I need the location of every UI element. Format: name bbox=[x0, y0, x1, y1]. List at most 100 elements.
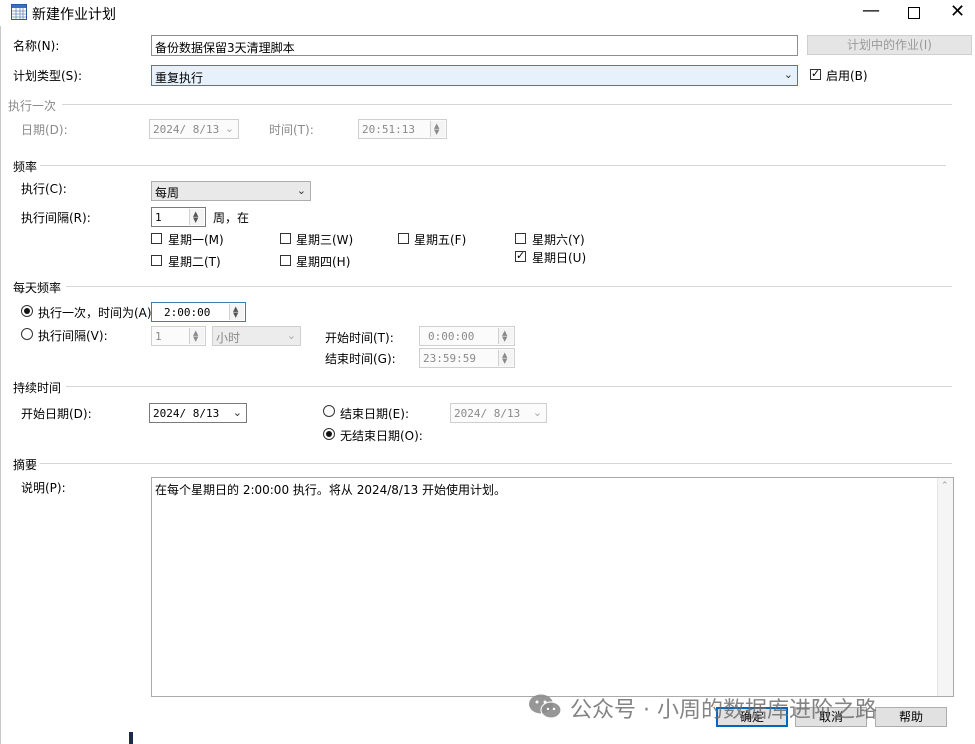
recurs-spinner[interactable]: 1 ▲ ▼ bbox=[151, 207, 206, 227]
day-tuesday-checkbox[interactable] bbox=[151, 255, 162, 266]
jobs-in-schedule-label: 计划中的作业(I) bbox=[847, 38, 932, 52]
section-frequency-divider bbox=[40, 165, 946, 166]
day-friday-checkbox[interactable] bbox=[398, 233, 409, 244]
no-end-date-label: 无结束日期(O): bbox=[340, 429, 423, 443]
daily-every-value: 1 bbox=[155, 330, 162, 343]
once-time-label: 时间(T): bbox=[269, 123, 314, 137]
duration-start-value: 2024/ 8/13 bbox=[153, 407, 220, 420]
section-once-title: 执行一次 bbox=[8, 99, 57, 113]
daily-start-spinner[interactable]: 0:00:00 ▲ ▼ bbox=[419, 326, 515, 346]
daily-end-spinner[interactable]: 23:59:59 ▲ ▼ bbox=[419, 348, 515, 368]
name-label: 名称(N): bbox=[13, 39, 60, 53]
end-date-label: 结束日期(E): bbox=[340, 407, 409, 421]
day-friday-label: 星期五(F) bbox=[414, 233, 467, 247]
name-field[interactable]: 备份数据保留3天清理脚本 bbox=[151, 35, 798, 56]
recurs-unit: 周，在 bbox=[213, 211, 250, 225]
section-daily-title: 每天频率 bbox=[13, 281, 62, 295]
occurs-select[interactable]: 每周 ⌄ bbox=[151, 181, 311, 201]
end-date-radio[interactable] bbox=[323, 405, 335, 417]
description-scrollbar[interactable]: ⌃ bbox=[937, 478, 953, 696]
maximize-icon[interactable] bbox=[908, 7, 920, 19]
watermark-text: 公众号 · 小周的数据库进阶之路 bbox=[570, 698, 877, 723]
chevron-down-icon: ⌄ bbox=[296, 184, 306, 197]
section-summary-title: 摘要 bbox=[13, 458, 38, 472]
daily-start-value: 0:00:00 bbox=[428, 330, 475, 343]
description-value: 在每个星期日的 2:00:00 执行。将从 2024/8/13 开始使用计划。 bbox=[155, 483, 507, 497]
scroll-up-arrow-icon[interactable]: ⌃ bbox=[941, 481, 949, 491]
chevron-down-icon: ⌄ bbox=[224, 122, 234, 135]
chevron-down-icon: ⌄ bbox=[232, 406, 242, 419]
day-tuesday-label: 星期二(T) bbox=[168, 255, 221, 269]
spinner-arrows-icon[interactable]: ▲ ▼ bbox=[189, 209, 204, 225]
occurs-value: 每周 bbox=[155, 186, 180, 200]
no-end-date-radio[interactable] bbox=[323, 428, 335, 440]
section-summary-divider bbox=[40, 463, 952, 464]
daily-end-value: 23:59:59 bbox=[423, 352, 476, 365]
window-title: 新建作业计划 bbox=[32, 7, 116, 23]
daily-every-unit-value: 小时 bbox=[216, 331, 241, 345]
day-thursday-checkbox[interactable] bbox=[280, 255, 291, 266]
spinner-arrows-icon[interactable]: ▲ ▼ bbox=[189, 328, 204, 344]
day-monday-label: 星期一(M) bbox=[168, 233, 224, 247]
daily-every-radio[interactable] bbox=[21, 328, 33, 340]
recurs-label: 执行间隔(R): bbox=[21, 211, 91, 225]
description-label: 说明(P): bbox=[21, 481, 66, 495]
minimize-icon[interactable]: — bbox=[862, 0, 880, 21]
daily-once-time-spinner[interactable]: 2:00:00 ▲ ▼ bbox=[151, 302, 246, 322]
schedule-type-select[interactable]: 重复执行 ⌄ bbox=[151, 65, 798, 86]
help-label: 帮助 bbox=[898, 710, 923, 724]
day-saturday-checkbox[interactable] bbox=[515, 233, 526, 244]
once-date-picker[interactable]: 2024/ 8/13 ⌄ bbox=[149, 119, 239, 139]
once-date-value: 2024/ 8/13 bbox=[153, 123, 220, 136]
daily-once-radio[interactable] bbox=[21, 305, 33, 317]
section-once-divider bbox=[62, 104, 952, 105]
end-date-value: 2024/ 8/13 bbox=[454, 407, 521, 420]
daily-every-unit-select[interactable]: 小时 ⌄ bbox=[212, 326, 301, 346]
close-icon[interactable]: ✕ bbox=[950, 1, 965, 22]
enabled-checkbox[interactable] bbox=[810, 67, 821, 80]
once-date-label: 日期(D): bbox=[21, 123, 68, 137]
day-monday-checkbox[interactable] bbox=[151, 233, 162, 244]
once-time-spinner[interactable]: 20:51:13 ▲ ▼ bbox=[358, 119, 447, 139]
name-value: 备份数据保留3天清理脚本 bbox=[155, 41, 295, 55]
daily-every-spinner[interactable]: 1 ▲ ▼ bbox=[151, 326, 206, 346]
section-frequency-title: 频率 bbox=[13, 160, 38, 174]
day-thursday-label: 星期四(H) bbox=[296, 255, 351, 269]
occurs-label: 执行(C): bbox=[21, 182, 67, 196]
daily-once-time-value: 2:00:00 bbox=[164, 306, 211, 319]
title-bar: 新建作业计划 — ✕ bbox=[0, 0, 975, 26]
daily-end-label: 结束时间(G): bbox=[325, 352, 396, 366]
chevron-down-icon: ⌄ bbox=[783, 68, 793, 81]
jobs-in-schedule-button[interactable]: 计划中的作业(I) bbox=[807, 35, 972, 55]
end-date-picker[interactable]: 2024/ 8/13 ⌄ bbox=[450, 403, 547, 423]
chevron-down-icon: ⌄ bbox=[532, 406, 542, 419]
daily-once-label: 执行一次，时间为(A): bbox=[38, 306, 156, 320]
enabled-label: 启用(B) bbox=[826, 69, 868, 83]
day-wednesday-label: 星期三(W) bbox=[296, 233, 354, 247]
schedule-type-label: 计划类型(S): bbox=[13, 69, 83, 83]
day-sunday-label: 星期日(U) bbox=[532, 251, 587, 265]
spinner-arrows-icon[interactable]: ▲ ▼ bbox=[430, 121, 445, 137]
window-edge bbox=[0, 26, 1, 744]
chevron-down-icon: ⌄ bbox=[286, 329, 296, 342]
spinner-arrows-icon[interactable]: ▲ ▼ bbox=[498, 350, 513, 366]
duration-start-label: 开始日期(D): bbox=[21, 407, 92, 421]
description-textarea[interactable]: 在每个星期日的 2:00:00 执行。将从 2024/8/13 开始使用计划。 … bbox=[151, 477, 954, 697]
day-sunday-checkbox[interactable] bbox=[515, 249, 526, 262]
spinner-arrows-icon[interactable]: ▲ ▼ bbox=[498, 328, 513, 344]
day-wednesday-checkbox[interactable] bbox=[280, 233, 291, 244]
wechat-logo-icon bbox=[529, 694, 562, 719]
day-saturday-label: 星期六(Y) bbox=[532, 233, 585, 247]
background-window-sliver bbox=[129, 732, 133, 744]
once-time-value: 20:51:13 bbox=[362, 123, 415, 136]
schedule-type-value: 重复执行 bbox=[155, 71, 204, 85]
section-daily-divider bbox=[66, 286, 952, 287]
duration-start-date-picker[interactable]: 2024/ 8/13 ⌄ bbox=[149, 403, 247, 423]
recurs-value: 1 bbox=[155, 211, 162, 224]
section-duration-divider bbox=[66, 386, 952, 387]
calendar-grid-icon bbox=[11, 4, 27, 20]
help-button[interactable]: 帮助 bbox=[875, 707, 947, 727]
daily-every-label: 执行间隔(V): bbox=[38, 329, 108, 343]
spinner-arrows-icon[interactable]: ▲ ▼ bbox=[229, 304, 244, 320]
daily-start-label: 开始时间(T): bbox=[325, 331, 394, 345]
